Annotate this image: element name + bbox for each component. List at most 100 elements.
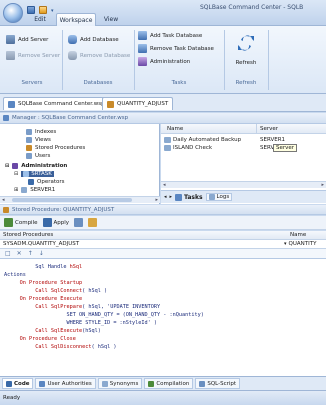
selected-procedure-value-box[interactable]: ▾ QUANTITY	[284, 241, 316, 247]
code-token: ( hSql, 'UPDATE INVENTORY	[82, 304, 161, 310]
stored-procedure-list-header: Stored Procedures Name	[0, 231, 326, 240]
tab-sql-script-label: SQL-Script	[207, 380, 237, 387]
table-row[interactable]: ISLAND Check	[164, 145, 212, 151]
tab-user-authorities[interactable]: User Authorities	[35, 378, 96, 389]
compile-button[interactable]: Compile	[4, 218, 38, 227]
database-icon	[23, 170, 30, 177]
group-separator	[268, 30, 269, 90]
code-line: Sql Handle hSql	[4, 263, 204, 271]
tab-workspace[interactable]: Workspace	[56, 13, 96, 26]
code-token: On Procedure Execute	[19, 296, 83, 302]
tab-edit[interactable]: Edit	[26, 13, 54, 26]
scroll-right-icon[interactable]: ▸	[170, 194, 173, 200]
export-icon[interactable]	[88, 218, 98, 227]
grid-horizontal-scrollbar[interactable]: ◂ ▸	[161, 181, 326, 188]
tree-item-server1[interactable]: ⊞ SERVER1	[14, 186, 55, 194]
status-text: Ready	[3, 395, 21, 401]
tree-horizontal-scrollbar[interactable]: ◂ ▸	[0, 196, 160, 203]
add-database-label: Add Database	[80, 36, 119, 43]
refresh-icon	[238, 35, 254, 51]
selected-procedure-row[interactable]: SYSADM.QUANTITY_ADJUST ▾ QUANTITY	[0, 240, 326, 249]
task-database-icon	[138, 31, 147, 40]
add-server-label: Add Server	[18, 36, 49, 43]
code-token: Call SqlDisconnect	[35, 344, 92, 350]
remove-task-database-button[interactable]: Remove Task Database	[138, 43, 214, 54]
tab-sql-script[interactable]: SQL-Script	[195, 378, 241, 389]
code-token: On Procedure Close	[19, 336, 76, 342]
code-icon	[6, 380, 12, 387]
tab-compilation[interactable]: Compilation	[144, 378, 194, 389]
status-bar: Ready	[0, 390, 326, 405]
column-server-header[interactable]: Server	[260, 126, 278, 132]
tab-synonyms[interactable]: Synonyms	[97, 378, 143, 389]
tree-item-stored-procedures[interactable]: Stored Procedures	[26, 144, 85, 152]
add-server-button[interactable]: Add Server	[6, 34, 48, 45]
remove-server-button[interactable]: Remove Server	[6, 50, 60, 61]
group-separator	[224, 30, 225, 90]
administration-icon	[138, 57, 147, 66]
tab-code[interactable]: Code	[2, 378, 34, 389]
tree-item-label: Views	[35, 136, 51, 143]
servers-group-label: Servers	[21, 80, 43, 86]
code-line: On Procedure Close	[4, 335, 204, 343]
add-database-button[interactable]: Add Database	[68, 34, 119, 45]
doc-tab-workspace[interactable]: SQLBase Command Center.wsp	[3, 97, 110, 110]
tab-view[interactable]: View	[98, 13, 124, 26]
refresh-button[interactable]: Refresh	[226, 32, 266, 78]
tree-item-users[interactable]: Users	[26, 152, 50, 160]
stored-procedure-path: Stored Procedure: QUANTITY_ADJUST	[12, 206, 115, 213]
workspace-icon	[8, 100, 15, 108]
scroll-left-icon[interactable]: ◂	[164, 194, 167, 200]
code-editor[interactable]: Sql Handle hSql Actions On Procedure Star…	[0, 258, 326, 376]
tasks-group-label: Tasks	[171, 80, 187, 86]
selected-node: SRTASK	[21, 170, 54, 177]
move-down-icon[interactable]: ↓	[39, 250, 44, 257]
editor-toolbar: □ ✕ ↑ ↓	[0, 249, 326, 258]
new-icon[interactable]: □	[5, 250, 11, 257]
grid-header: Name Server	[161, 124, 326, 134]
administration-button[interactable]: Administration	[138, 56, 190, 67]
column-divider	[256, 124, 257, 134]
apply-button[interactable]: Apply	[42, 218, 70, 227]
scroll-left-icon[interactable]: ◂	[163, 182, 166, 188]
tree-item-administration[interactable]: ⊟ Administration	[5, 162, 67, 170]
tree-item-indexes[interactable]: Indexes	[26, 128, 56, 136]
column-name-header[interactable]: Name	[167, 126, 183, 132]
remove-database-button[interactable]: Remove Database	[68, 50, 130, 61]
move-up-icon[interactable]: ↑	[28, 250, 33, 257]
document-tabs: SQLBase Command Center.wsp QUANTITY_ADJU…	[0, 94, 326, 112]
code-token: Actions	[4, 272, 26, 278]
expand-icon[interactable]: ⊞	[14, 187, 18, 193]
table-row[interactable]: Daily Automated Backup	[164, 137, 241, 143]
doc-tab-quantity-adjust-label: QUANTITY_ADJUST	[117, 101, 169, 107]
server-icon	[6, 35, 15, 44]
row-name: ISLAND Check	[173, 145, 213, 151]
scroll-left-icon[interactable]: ◂	[2, 197, 5, 203]
code-line: Call SqlConnect( hSql )	[4, 287, 204, 295]
properties-icon[interactable]	[74, 218, 84, 227]
tab-tasks[interactable]: Tasks	[175, 193, 203, 201]
collapse-icon[interactable]: ⊟	[5, 163, 9, 169]
collapse-icon[interactable]: ⊟	[14, 171, 18, 177]
tree-item-srtask[interactable]: ⊟ SRTASK	[14, 170, 54, 178]
add-task-database-label: Add Task Database	[150, 32, 203, 39]
scroll-right-icon[interactable]: ▸	[155, 197, 158, 203]
tree-item-views[interactable]: Views	[26, 136, 51, 144]
selected-procedure-name: SYSADM.QUANTITY_ADJUST	[3, 241, 80, 247]
compile-label: Compile	[15, 219, 38, 226]
scroll-right-icon[interactable]: ▸	[321, 182, 324, 188]
delete-icon[interactable]: ✕	[17, 250, 22, 257]
code-line: On Procedure Startup	[4, 279, 204, 287]
tab-logs[interactable]: Logs	[205, 193, 233, 201]
editor-tabs: Code User Authorities Synonyms Compilati…	[0, 376, 326, 390]
scrollbar-thumb[interactable]	[12, 198, 132, 202]
code-token: ( hSql )	[91, 344, 117, 350]
apply-icon	[42, 218, 52, 227]
group-separator	[62, 30, 63, 90]
doc-tab-quantity-adjust[interactable]: QUANTITY_ADJUST	[102, 97, 174, 110]
tree-item-operators[interactable]: Operators	[28, 178, 64, 186]
code-token: Call SqlExecute	[35, 328, 83, 334]
apply-label: Apply	[53, 219, 70, 226]
add-task-database-button[interactable]: Add Task Database	[138, 30, 202, 41]
folder-icon	[26, 144, 32, 151]
